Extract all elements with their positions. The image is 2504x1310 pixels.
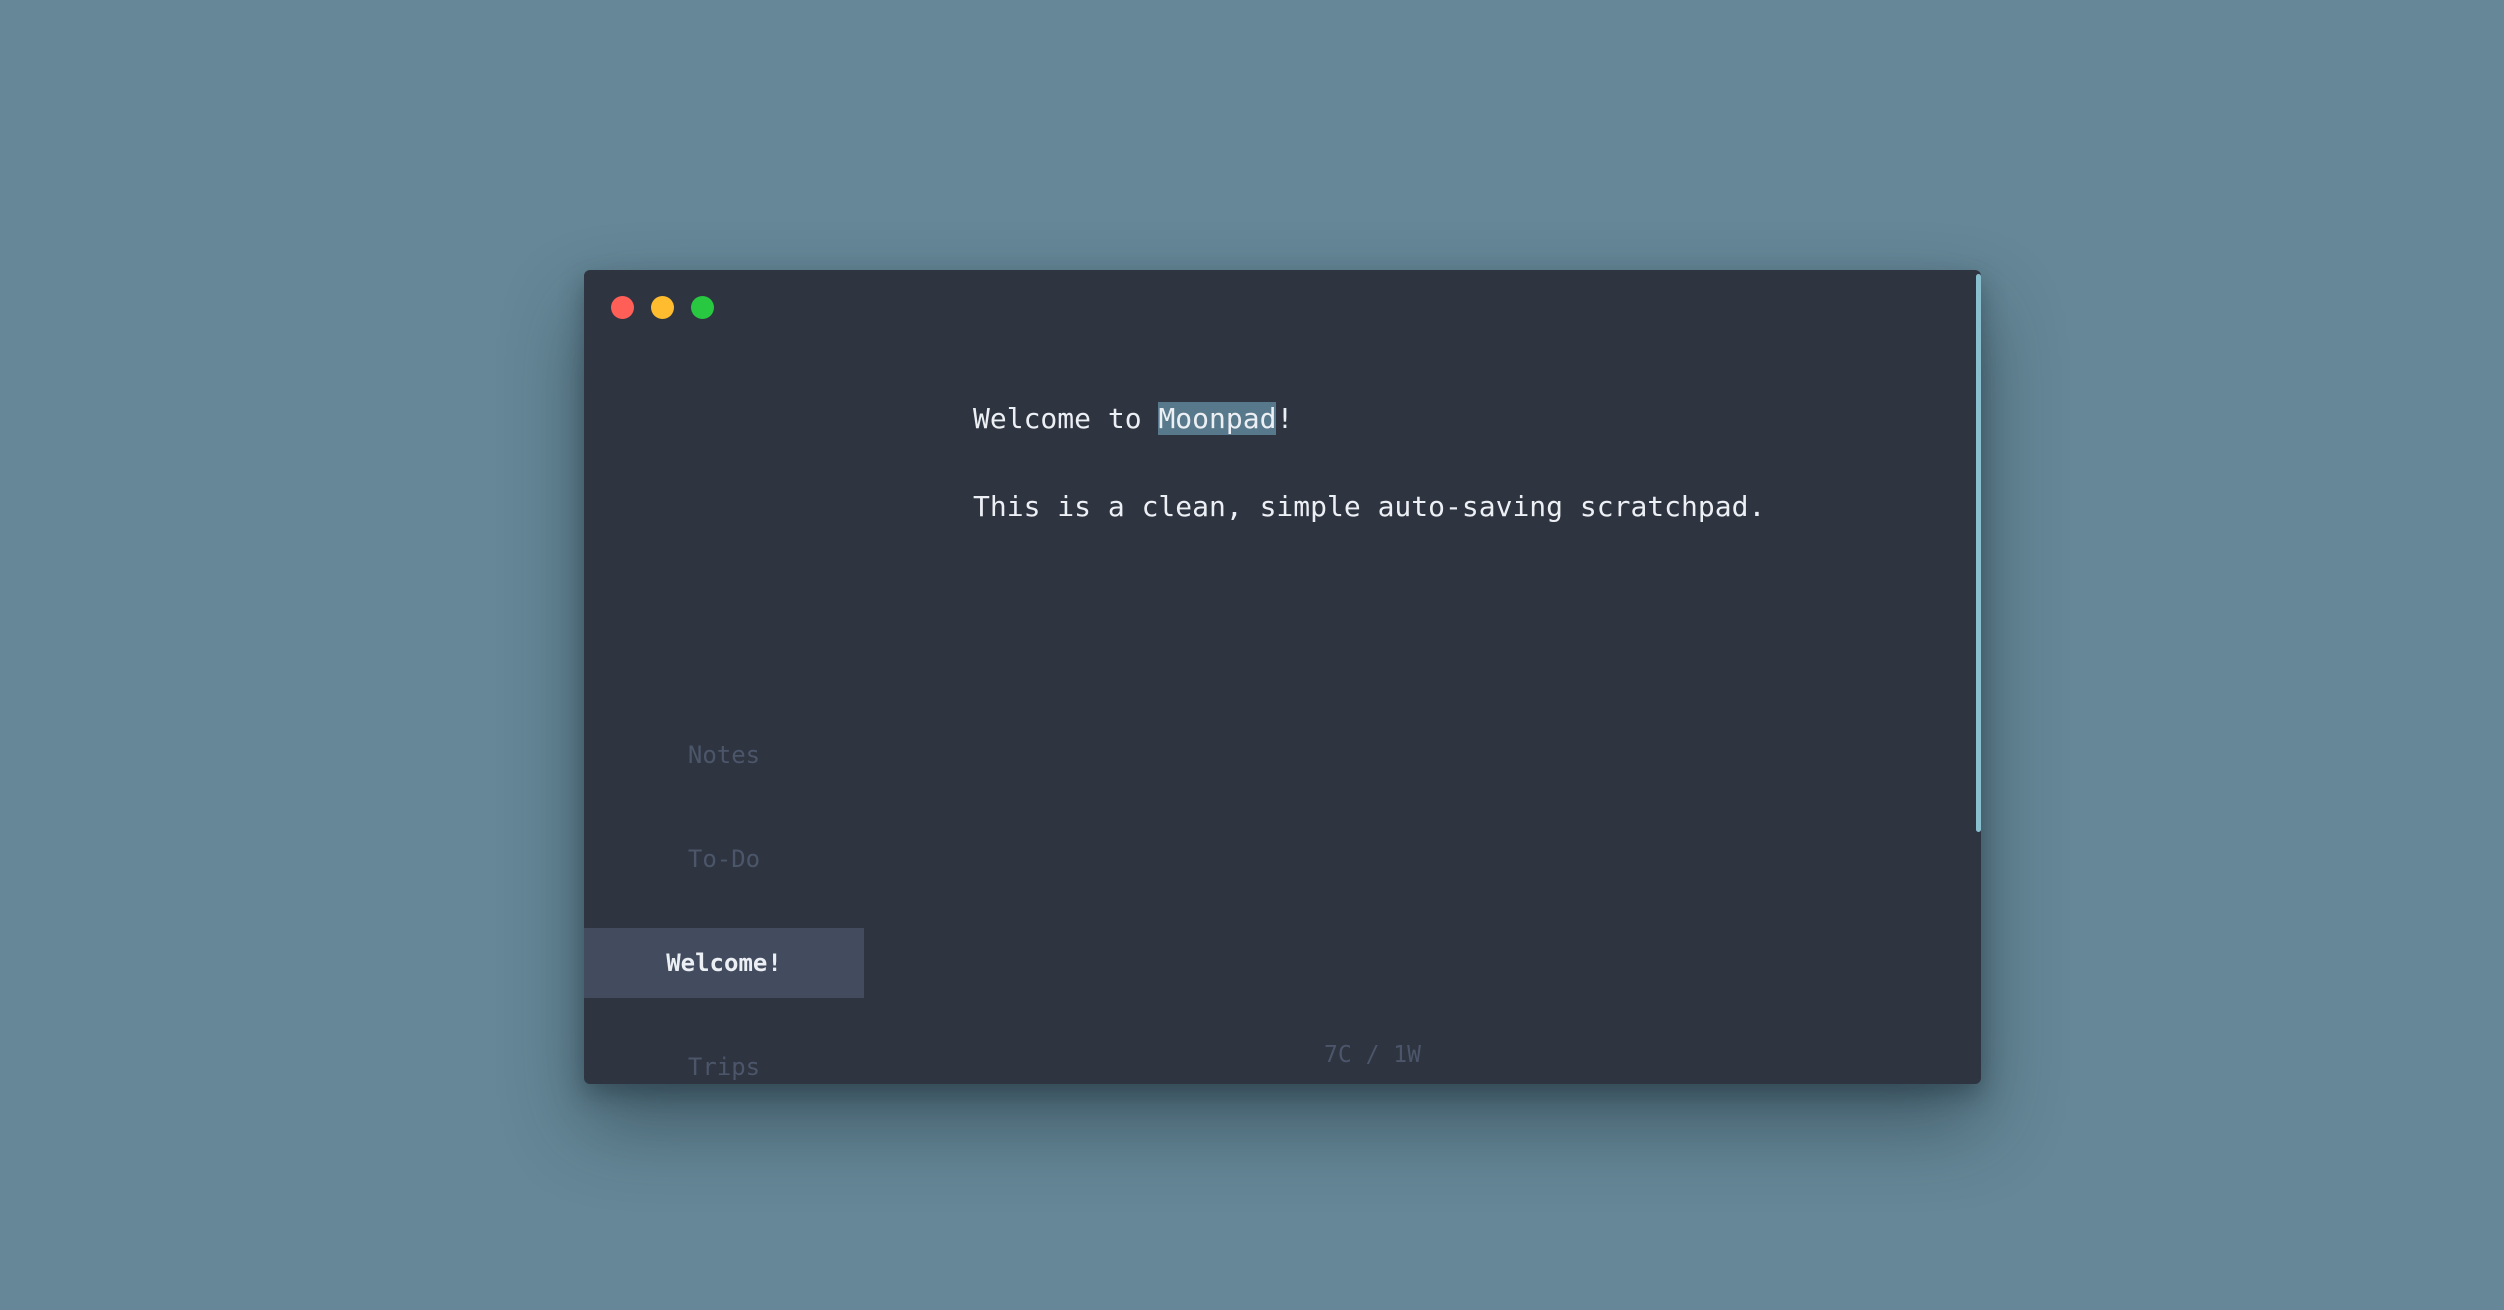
editor-line: This is a clean, simple auto-saving scra… <box>973 463 1933 551</box>
character-word-counter: 7C / 1W <box>1324 1042 1421 1068</box>
app-window: Notes To-Do Welcome! Trips + Welcome to … <box>584 270 1981 1084</box>
tab-label: To-Do <box>687 845 761 873</box>
tab-label: Welcome! <box>666 949 782 977</box>
editor-line: Welcome to Moonpad! <box>973 375 1933 463</box>
tab-to-do[interactable]: To-Do <box>584 824 864 894</box>
scrollbar[interactable] <box>1974 270 1981 1084</box>
tab-label: Notes <box>687 741 761 769</box>
editor-text: This is a clean, simple auto-saving scra… <box>973 490 1766 523</box>
editor-text: Welcome to <box>973 402 1159 435</box>
tab-notes[interactable]: Notes <box>584 720 864 790</box>
editor-text: ! <box>1276 402 1294 435</box>
tab-welcome[interactable]: Welcome! <box>584 928 864 998</box>
sidebar: Notes To-Do Welcome! Trips + <box>584 270 864 1084</box>
scrollbar-thumb[interactable] <box>1976 274 1981 832</box>
editor-textarea[interactable]: Welcome to Moonpad! This is a clean, sim… <box>973 375 1933 551</box>
text-selection: Moonpad <box>1158 402 1277 435</box>
